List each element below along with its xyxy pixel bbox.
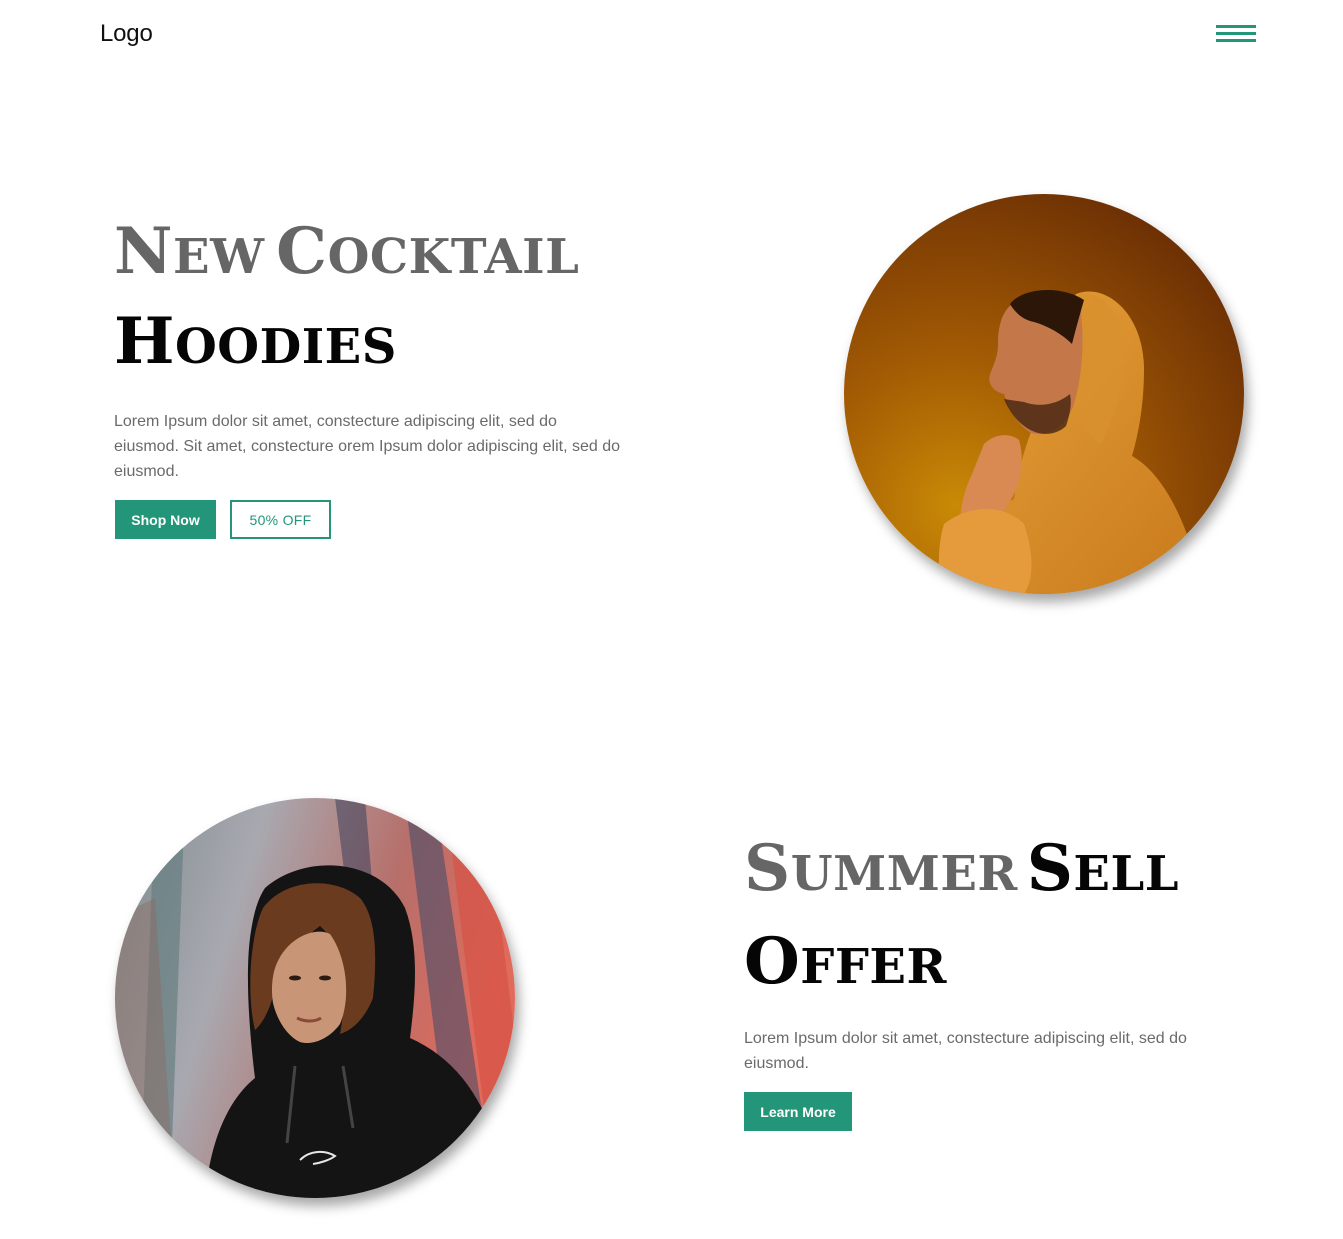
offer-description: Lorem Ipsum dolor sit amet, constecture … (744, 1030, 1187, 1072)
heading-initial: N (114, 214, 173, 289)
offer-heading-line1: SUMMER SELL (744, 829, 1179, 922)
discount-button[interactable]: 50% OFF (230, 500, 331, 539)
woman-in-black-hoodie-photo (115, 798, 515, 1198)
heading-initial: C (276, 214, 328, 289)
heading-rest: OCKTAIL (327, 229, 580, 285)
heading-rest: EW (173, 229, 265, 285)
hero-heading-word-new: NEW (114, 212, 265, 302)
offer-heading-word-offer: OFFER (744, 922, 947, 1015)
heading-rest: UMMER (790, 846, 1018, 902)
heading-rest: FFER (800, 939, 947, 995)
hero-heading-word-hoodies: HOODIES (114, 302, 397, 392)
hero-heading: NEW COCKTAIL HOODIES (114, 212, 579, 392)
offer-heading: SUMMER SELL OFFER (744, 829, 1179, 1015)
learn-more-button[interactable]: Learn More (744, 1092, 852, 1131)
offer-heading-word-sell: SELL (1027, 829, 1179, 922)
heading-rest: ELL (1073, 846, 1179, 902)
hero-heading-line1: NEW COCKTAIL (114, 212, 579, 302)
heading-initial: H (114, 304, 175, 379)
hero-heading-line2: HOODIES (114, 302, 579, 392)
hamburger-menu-icon[interactable] (1216, 24, 1256, 46)
man-in-orange-hoodie-photo (844, 194, 1244, 594)
hero-description: Lorem Ipsum dolor sit amet, constecture … (114, 413, 621, 480)
offer-heading-word-summer: SUMMER (744, 829, 1018, 922)
heading-initial: S (744, 831, 791, 906)
heading-initial: O (744, 924, 801, 999)
hero-heading-word-cocktail: COCKTAIL (276, 212, 579, 302)
menu-bar (1216, 25, 1256, 28)
offer-heading-line2: OFFER (744, 922, 1179, 1015)
logo[interactable]: Logo (100, 20, 153, 48)
shop-now-button[interactable]: Shop Now (115, 500, 216, 539)
hero-product-image (844, 194, 1244, 594)
heading-initial: S (1026, 831, 1074, 906)
menu-bar (1216, 32, 1256, 35)
heading-rest: OODIES (174, 319, 397, 375)
offer-product-image (115, 798, 515, 1198)
menu-bar (1216, 39, 1256, 42)
